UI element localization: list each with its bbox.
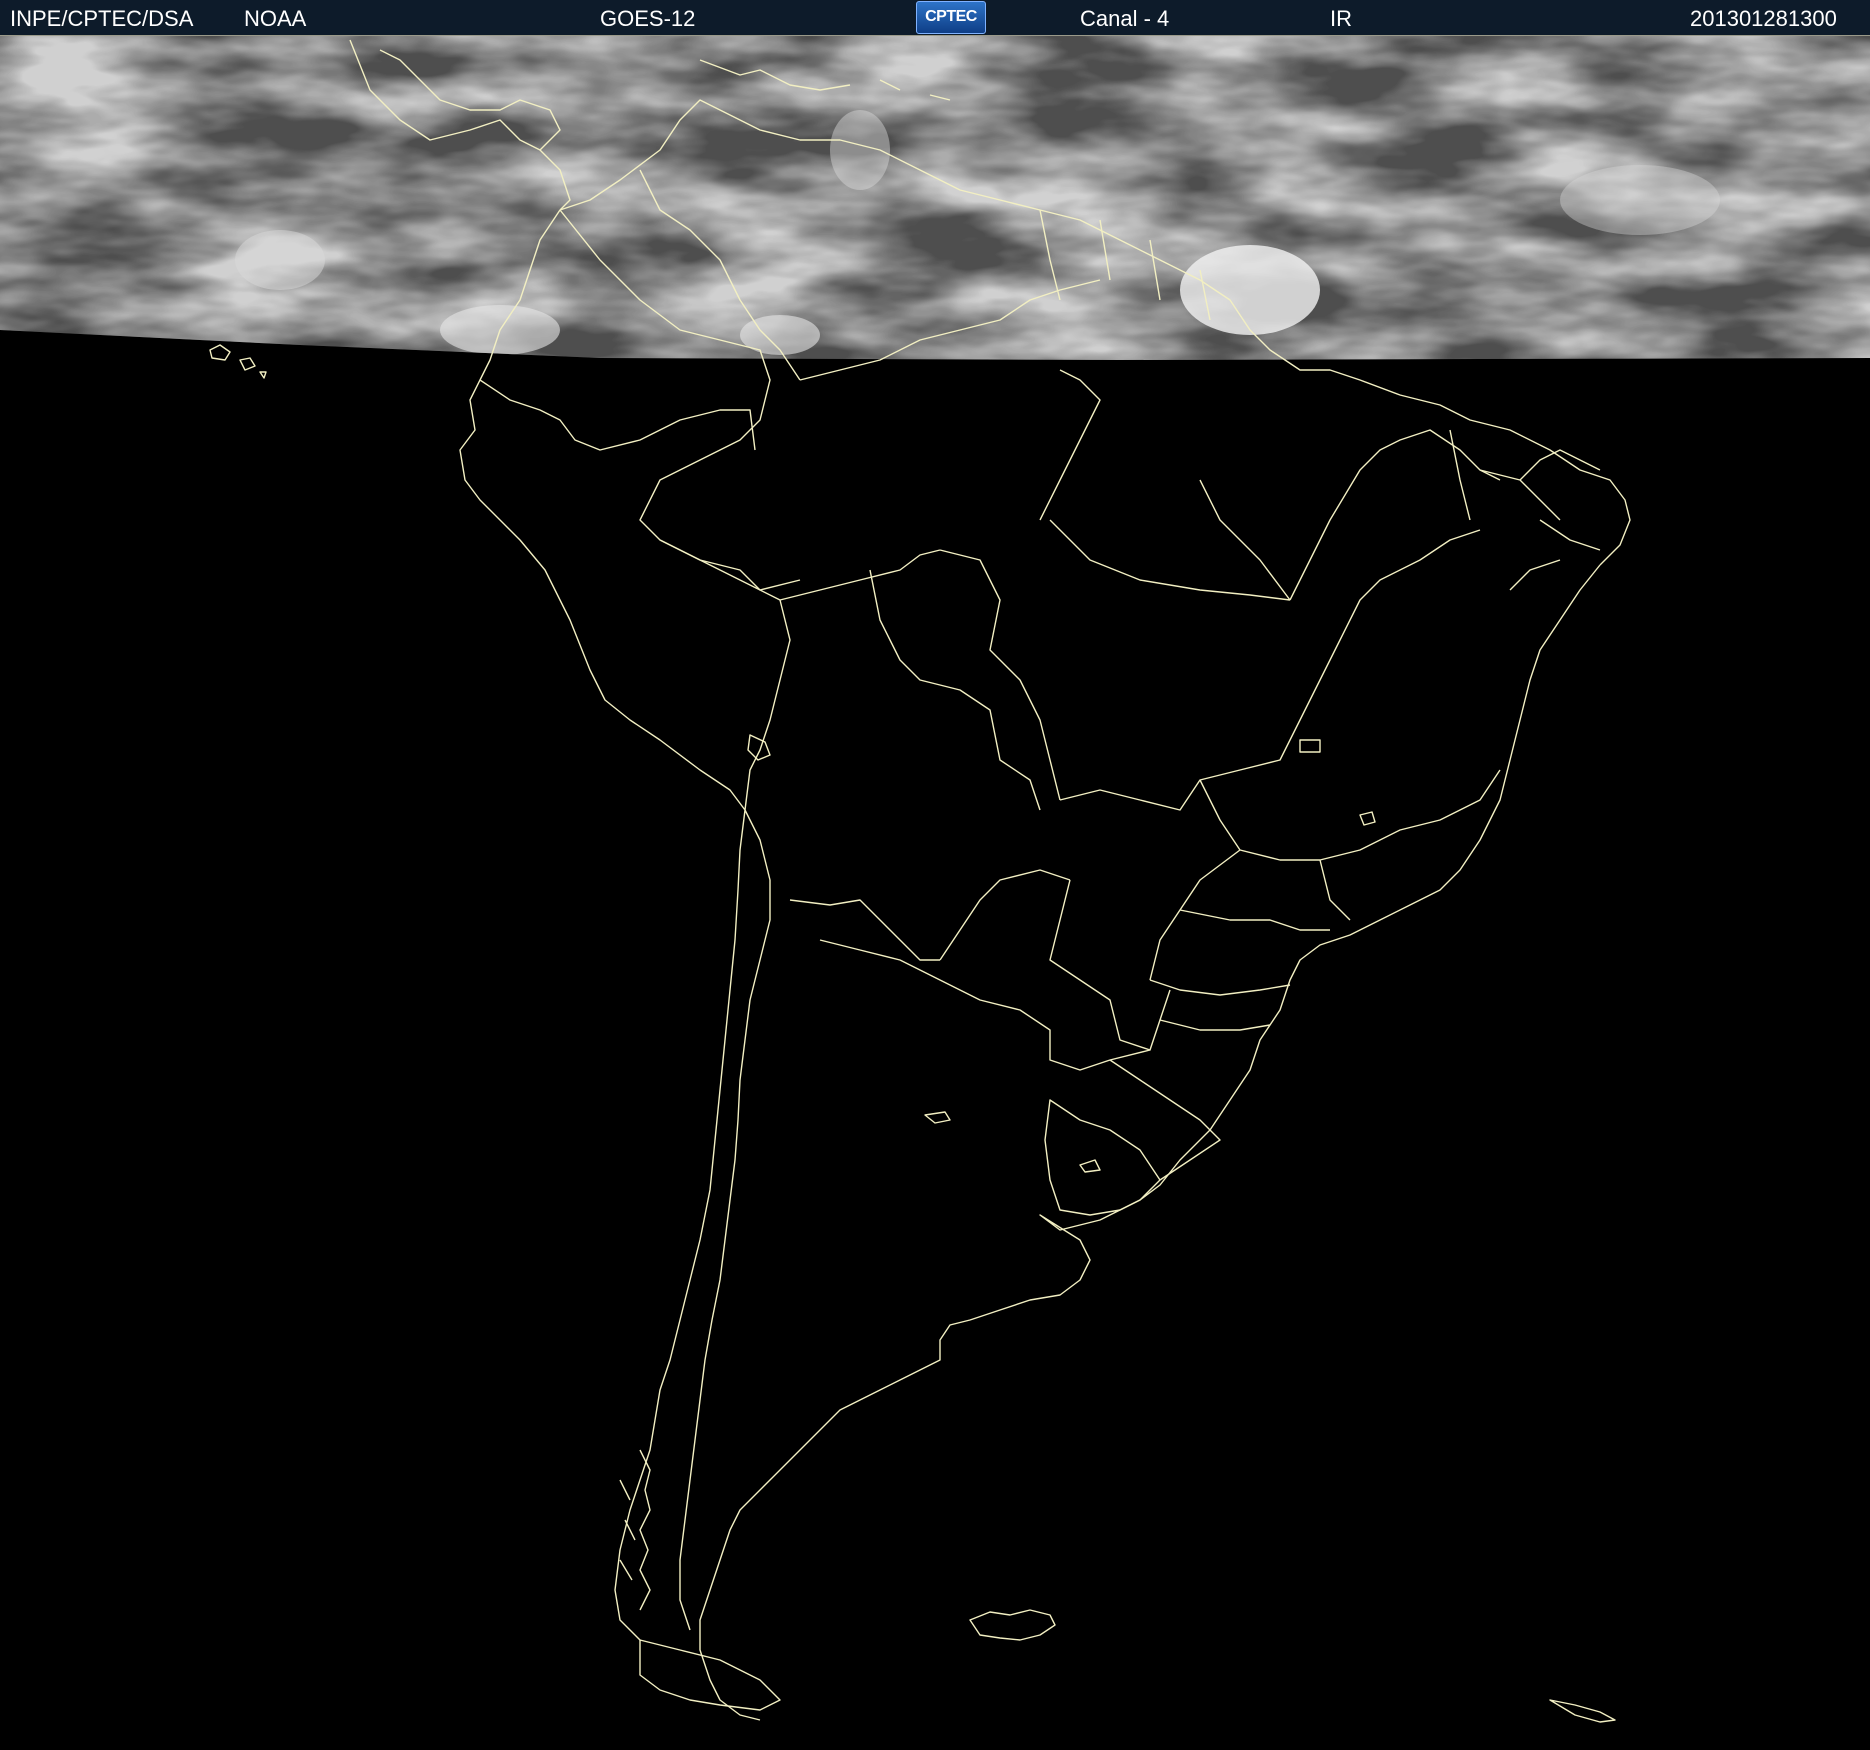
timestamp-label: 201301281300 bbox=[1690, 6, 1837, 31]
cptec-logo: CPTEC bbox=[916, 1, 986, 34]
channel-label: Canal - 4 bbox=[1080, 6, 1170, 31]
source-label: NOAA bbox=[244, 6, 307, 31]
map-canvas bbox=[0, 36, 1870, 1750]
satellite-map bbox=[0, 36, 1870, 1750]
map-header-bar: INPE/CPTEC/DSA NOAA GOES-12 CPTEC Canal … bbox=[0, 0, 1870, 36]
ir-imagery-strip bbox=[0, 36, 1870, 360]
cptec-logo-text: CPTEC bbox=[925, 8, 977, 25]
band-label: IR bbox=[1330, 6, 1352, 31]
agency-label: INPE/CPTEC/DSA bbox=[10, 6, 194, 31]
satellite-label: GOES-12 bbox=[600, 6, 696, 31]
